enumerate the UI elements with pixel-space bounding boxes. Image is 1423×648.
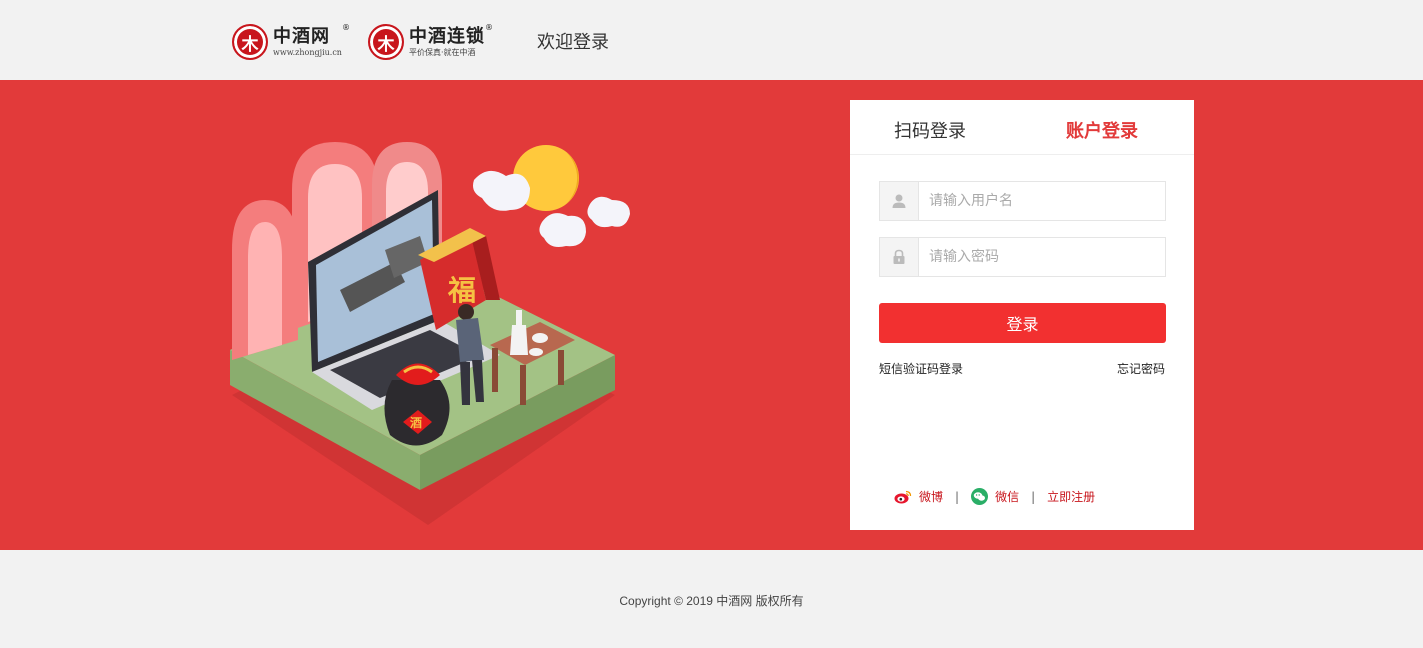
login-button[interactable]: 登录 <box>879 303 1166 343</box>
forgot-password-link[interactable]: 忘记密码 <box>1117 360 1165 377</box>
fu-character: 福 <box>447 274 476 307</box>
shopping-illustration: 福 酒 <box>230 142 630 525</box>
wechat-label: 微信 <box>995 490 1020 504</box>
username-field <box>879 181 1166 221</box>
separator: | <box>1031 489 1036 504</box>
username-input[interactable] <box>919 182 1165 220</box>
weibo-icon <box>894 490 912 504</box>
wechat-login[interactable]: 微信 <box>971 488 1019 505</box>
zhongjiu-chain-logo[interactable]: 木 中酒连锁 ® 平价保真·就在中酒 <box>368 23 493 60</box>
header: 木 中酒网 ® www.zhongjiu.cn 木 中酒连锁 ® 平价保真·就在中酒… <box>0 0 1423 80</box>
welcome-title: 欢迎登录 <box>537 32 609 53</box>
separator: | <box>955 489 960 504</box>
password-input[interactable] <box>919 238 1165 276</box>
tab-account-login[interactable]: 账户登录 <box>1066 117 1138 143</box>
footer: Copyright © 2019 中酒网 版权所有 <box>0 550 1423 648</box>
zhongjiu-logo-url: www.zhongjiu.cn <box>273 47 342 57</box>
zhongjiu-chain-logo-name: 中酒连锁 <box>409 25 485 47</box>
registered-mark: ® <box>485 22 494 32</box>
social-login: 微博 | 微信 | 立即注册 <box>894 488 1095 505</box>
zhongjiu-logo-mark: 木 <box>232 24 268 60</box>
jiu-character: 酒 <box>410 416 422 430</box>
weibo-login[interactable]: 微博 <box>894 488 943 505</box>
login-banner: 福 酒 <box>0 80 1423 550</box>
login-tabs: 扫码登录 账户登录 <box>850 100 1194 155</box>
lock-icon <box>880 238 919 276</box>
password-field <box>879 237 1166 277</box>
register-link[interactable]: 立即注册 <box>1047 488 1095 505</box>
login-panel: 扫码登录 账户登录 登录 短信验证码登录 忘记密码 微博 | 微信 | <box>850 100 1194 530</box>
user-icon <box>880 182 919 220</box>
wechat-icon <box>971 488 989 505</box>
zhongjiu-logo-name: 中酒网 <box>273 25 330 47</box>
weibo-label: 微博 <box>919 490 944 504</box>
zhongjiu-chain-logo-mark: 木 <box>368 24 404 60</box>
tab-qr-login[interactable]: 扫码登录 <box>894 117 966 143</box>
registered-mark: ® <box>341 22 351 32</box>
copyright-text: Copyright © 2019 中酒网 版权所有 <box>619 594 804 608</box>
sms-login-link[interactable]: 短信验证码登录 <box>879 360 963 377</box>
zhongjiu-logo[interactable]: 木 中酒网 ® www.zhongjiu.cn <box>232 23 350 60</box>
zhongjiu-chain-slogan: 平价保真·就在中酒 <box>409 47 476 57</box>
